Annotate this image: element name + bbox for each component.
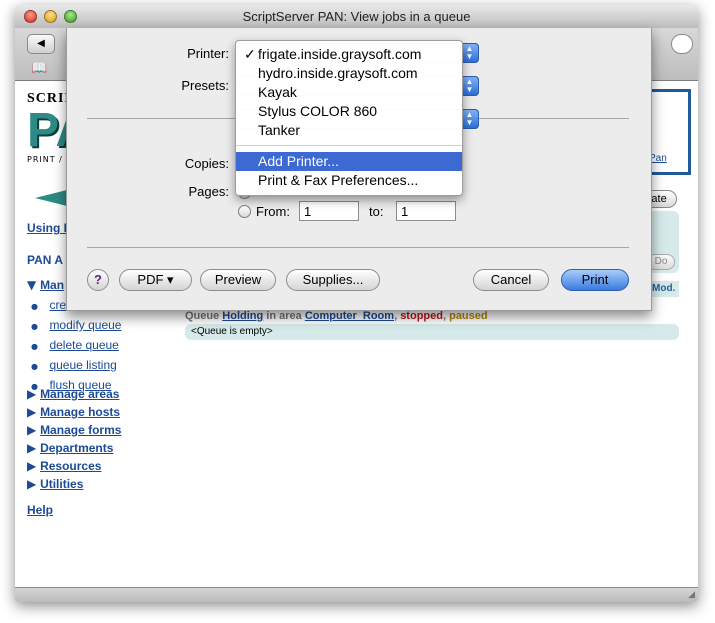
- list-item: ● modify queue: [31, 316, 121, 336]
- preview-button[interactable]: Preview: [200, 269, 276, 291]
- list-item: ● queue listing: [31, 356, 121, 376]
- from-page-field[interactable]: 1: [299, 201, 359, 221]
- queue-name-link[interactable]: Holding: [222, 310, 263, 322]
- sidebar-item-manage-forms[interactable]: ▶ Manage forms: [27, 421, 121, 439]
- checkmark-icon: ✓: [244, 46, 256, 62]
- menu-separator: [236, 145, 462, 146]
- collapsed-triangle-icon: ▶: [27, 405, 37, 419]
- copies-label: Copies:: [184, 156, 229, 171]
- presets-label: Presets:: [181, 78, 229, 93]
- expanded-triangle-icon: ▼: [27, 278, 37, 292]
- paused-status: paused: [449, 310, 488, 322]
- printer-label: Printer:: [187, 46, 229, 61]
- sidebar-item-manage-areas[interactable]: ▶ Manage areas: [27, 385, 121, 403]
- collapsed-triangle-icon: ▶: [27, 477, 37, 491]
- help-button[interactable]: ?: [87, 269, 109, 291]
- menu-item-printer[interactable]: Tanker: [236, 121, 462, 140]
- help-link[interactable]: Help: [27, 503, 53, 517]
- collapsed-triangle-icon: ▶: [27, 423, 37, 437]
- back-arrow-icon: ◀: [37, 38, 45, 49]
- window-title: ScriptServer PAN: View jobs in a queue: [242, 9, 471, 24]
- queue-empty-row: <Queue is empty>: [185, 324, 679, 340]
- address-bar[interactable]: [671, 34, 693, 54]
- pdf-button[interactable]: PDF ▾: [119, 269, 192, 291]
- status-bar: ◢: [15, 587, 698, 602]
- menu-item-printer[interactable]: hydro.inside.graysoft.com: [236, 64, 462, 83]
- menu-item-printer[interactable]: Stylus COLOR 860: [236, 102, 462, 121]
- collapsed-triangle-icon: ▶: [27, 441, 37, 455]
- pages-from-label: From:: [256, 204, 290, 219]
- mod-text: Mod.: [652, 283, 676, 294]
- title-bar: ScriptServer PAN: View jobs in a queue: [15, 5, 698, 29]
- sidebar-item-manage-hosts[interactable]: ▶ Manage hosts: [27, 403, 121, 421]
- bullet-icon: ●: [31, 302, 38, 311]
- queue-listing-link[interactable]: queue listing: [49, 358, 116, 372]
- menu-item-printer[interactable]: Kayak: [236, 83, 462, 102]
- pages-from-radio[interactable]: [238, 205, 251, 218]
- printer-dropdown-menu: ✓ frigate.inside.graysoft.com hydro.insi…: [235, 40, 463, 196]
- bookmarks-icon[interactable]: 📖: [31, 61, 47, 76]
- pages-label: Pages:: [188, 184, 229, 199]
- pan-admin-heading: PAN A: [27, 253, 63, 267]
- separator-bottom: [87, 247, 629, 248]
- menu-item-print-fax-preferences[interactable]: Print & Fax Preferences...: [236, 171, 462, 190]
- modify-queue-link[interactable]: modify queue: [49, 318, 121, 332]
- resize-grip-icon[interactable]: ◢: [688, 590, 695, 600]
- sidebar-sections: ▶ Manage areas ▶ Manage hosts ▶ Manage f…: [27, 385, 121, 493]
- collapsed-triangle-icon: ▶: [27, 387, 37, 401]
- supplies-button[interactable]: Supplies...: [286, 269, 380, 291]
- bullet-icon: ●: [31, 362, 38, 371]
- sidebar-item-utilities[interactable]: ▶ Utilities: [27, 475, 121, 493]
- bullet-icon: ●: [31, 322, 38, 331]
- print-button[interactable]: Print: [561, 269, 629, 291]
- cancel-button[interactable]: Cancel: [473, 269, 549, 291]
- submenu-list: ● crea ● modify queue ● delete queue ● q…: [31, 296, 121, 396]
- to-page-field[interactable]: 1: [396, 201, 456, 221]
- delete-queue-link[interactable]: delete queue: [49, 338, 118, 352]
- menu-item-add-printer[interactable]: Add Printer...: [236, 152, 462, 171]
- sidebar-item-departments[interactable]: ▶ Departments: [27, 439, 121, 457]
- using-pan-link[interactable]: Using I: [27, 221, 67, 235]
- menu-item-printer[interactable]: ✓ frigate.inside.graysoft.com: [236, 45, 462, 64]
- sidebar-item-resources[interactable]: ▶ Resources: [27, 457, 121, 475]
- bullet-icon: ●: [31, 342, 38, 351]
- back-button[interactable]: ◀: [27, 34, 55, 54]
- area-link[interactable]: Computer_Room: [305, 310, 394, 322]
- to-label: to:: [369, 204, 384, 219]
- list-item: ● delete queue: [31, 336, 121, 356]
- queue-status-line: Queue Holding in area Computer_Room, sto…: [185, 310, 488, 322]
- collapsed-triangle-icon: ▶: [27, 459, 37, 473]
- manage-queues-link[interactable]: Man: [40, 278, 64, 292]
- manage-queues-item[interactable]: ▼ Man: [27, 278, 64, 292]
- help-icon: ?: [94, 272, 102, 287]
- stopped-status: stopped: [400, 310, 443, 322]
